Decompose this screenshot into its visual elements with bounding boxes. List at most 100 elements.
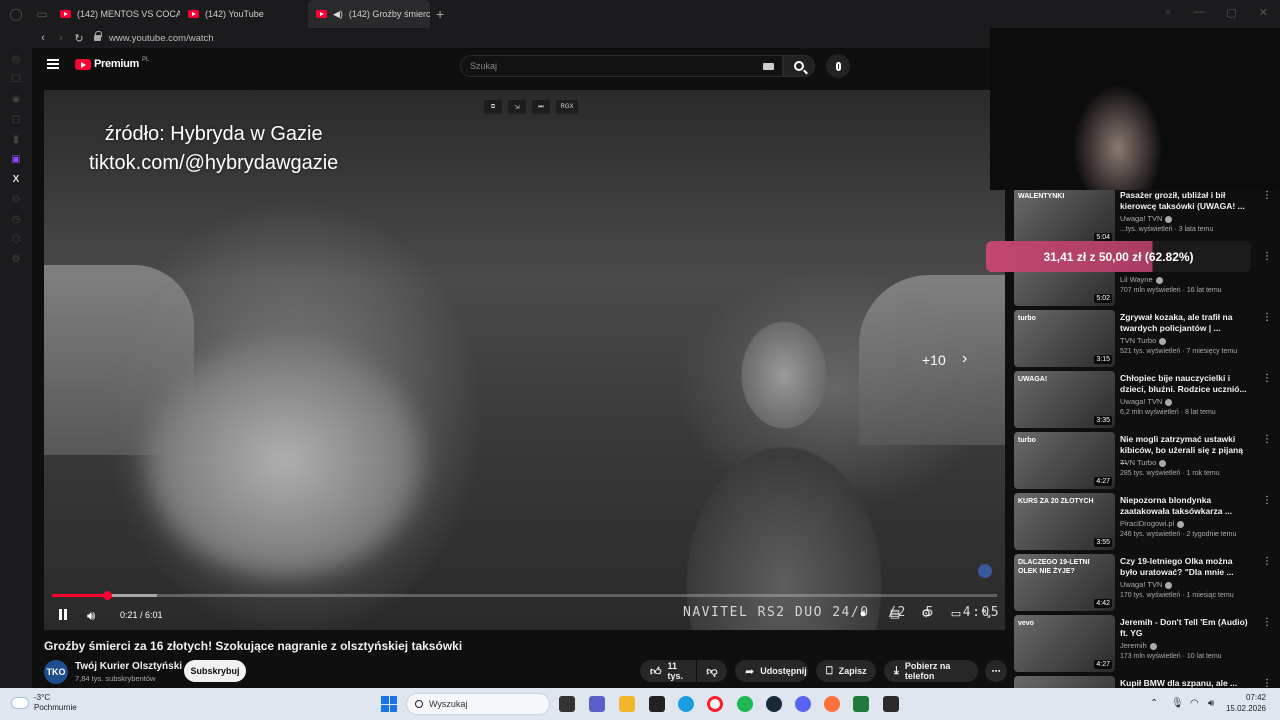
tab-youtube[interactable]: (142) YouTube [180, 0, 308, 28]
recommendation-menu-icon[interactable]: ⋮ [1262, 312, 1272, 323]
recommendation-title[interactable]: Pasażer groził, ubliżał i bił kierowcę t… [1120, 190, 1248, 212]
youtube-logo[interactable]: Premium PL [75, 57, 149, 70]
recommendation-title[interactable]: Kupił BMW dla szpanu, ale ... [1120, 678, 1248, 688]
progress-bar[interactable] [52, 591, 997, 600]
bookmarks-icon[interactable]: ☐ [10, 74, 22, 86]
tab-overview-icon[interactable]: ▭ [32, 0, 52, 28]
recommendation-item[interactable]: KURS ZA 20 ZŁOTYCH 3:55 Niepozorna blondyn… [1014, 493, 1278, 551]
wifi-icon[interactable]: ◠ [1190, 698, 1199, 709]
player-icon[interactable]: ⊙ [10, 194, 22, 206]
recommendation-thumbnail[interactable]: turbo 4:27 [1014, 432, 1115, 489]
recommendation-menu-icon[interactable]: ⋮ [1262, 617, 1272, 628]
share-button[interactable]: ➦ Udostępnij [735, 660, 808, 682]
recommendation-menu-icon[interactable]: ⋮ [1262, 190, 1272, 201]
dislike-button[interactable]: 👎︎ [697, 660, 727, 682]
browser-logo-icon[interactable]: ◯ [0, 0, 32, 28]
skip-forward-icon[interactable]: › [962, 350, 967, 368]
clock[interactable]: 07:42 15.02.2026 [1226, 692, 1266, 714]
search-tabs-icon[interactable]: ⌕ [1165, 6, 1171, 19]
download-button[interactable]: ⤓ Pobierz na telefon [884, 660, 978, 682]
next-icon[interactable]: ⏭ [532, 100, 550, 114]
discord-icon[interactable] [795, 696, 811, 712]
teams-icon[interactable] [589, 696, 605, 712]
app-icon[interactable] [853, 696, 869, 712]
speed-dial-icon[interactable]: ◎ [10, 54, 22, 66]
firefox-icon[interactable] [824, 696, 840, 712]
recommendation-item[interactable]: Kupił BMW dla szpanu, ale ... ⋮ [1014, 676, 1278, 688]
reload-icon[interactable]: ↻ [70, 32, 88, 45]
popout-icon[interactable]: ⇲ [508, 100, 526, 114]
recommendation-menu-icon[interactable]: ⋮ [1262, 373, 1272, 384]
recommendation-channel[interactable]: TVN Turbo [1120, 458, 1167, 467]
fullscreen-icon[interactable]: ⤡ [980, 608, 992, 620]
recommendation-thumbnail[interactable] [1014, 676, 1115, 688]
x-twitter-icon[interactable]: X [10, 174, 22, 186]
spotify-icon[interactable] [737, 696, 753, 712]
rgx-badge[interactable]: RGX [556, 100, 578, 114]
channel-name[interactable]: Twój Kurier Olsztyński [75, 661, 182, 672]
recommendation-title[interactable]: Niepozorna blondynka zaatakowała taksówk… [1120, 495, 1248, 517]
recommendation-thumbnail[interactable]: KURS ZA 20 ZŁOTYCH 3:55 [1014, 493, 1115, 550]
recommendation-thumbnail[interactable]: turbo 3:15 [1014, 310, 1115, 367]
recommendation-channel[interactable]: Jeremih [1120, 641, 1157, 650]
twitch-icon[interactable]: ▣ [10, 154, 22, 166]
tab-mentos[interactable]: (142) MENTOS VS COCA C [52, 0, 180, 28]
speaker-icon[interactable]: ◀) [333, 9, 343, 20]
recommendation-thumbnail[interactable]: UWAGA! 3:35 [1014, 371, 1115, 428]
recommendation-title[interactable]: Zgrywał kozaka, ale trafił na twardych p… [1120, 312, 1248, 334]
search-input[interactable]: Szukaj [460, 55, 783, 77]
subscribe-button[interactable]: Subskrybuj [184, 660, 246, 682]
task-view-icon[interactable] [559, 696, 575, 712]
volume-icon[interactable]: 🔊︎ [87, 608, 95, 624]
more-actions-button[interactable]: ⋯ [985, 660, 1007, 682]
url-field[interactable]: www.youtube.com/watch [94, 31, 214, 44]
settings-icon[interactable]: ⚙ [10, 254, 22, 266]
pause-button[interactable] [59, 609, 67, 620]
save-button[interactable]: ⎕ Zapisz [816, 660, 876, 682]
settings-gear-icon[interactable]: ⚙ [920, 608, 932, 620]
miniplayer-icon[interactable]: ▭ [950, 608, 962, 620]
keyboard-icon[interactable] [763, 63, 774, 70]
recommendation-thumbnail[interactable]: WALENTYNKI 5:04 [1014, 188, 1115, 245]
close-icon[interactable]: ✕ [1259, 6, 1268, 19]
history-icon[interactable]: ◷ [10, 214, 22, 226]
forward-icon[interactable]: › [52, 32, 70, 44]
start-button[interactable] [381, 696, 397, 712]
channel-avatar[interactable]: TKO [44, 660, 68, 684]
terminal-icon[interactable] [883, 696, 899, 712]
recommendation-item[interactable]: turbo 3:15 Zgrywał kozaka, ale trafił na t… [1014, 310, 1278, 368]
recommendation-channel[interactable]: Uwaga! TVN [1120, 580, 1173, 589]
minimize-icon[interactable]: — [1193, 6, 1204, 19]
like-button[interactable]: 👍︎ 11 tys. [640, 660, 696, 682]
recommendation-thumbnail[interactable]: DLACZEGO 19-LETNI OLEK NIE ŻYJE? 4:42 [1014, 554, 1115, 611]
wallet-icon[interactable]: ▢ [10, 114, 22, 126]
recommendation-menu-icon[interactable]: ⋮ [1262, 434, 1272, 445]
recommendation-item[interactable]: UWAGA! 3:35 Chłopiec bije nauczycielki i d… [1014, 371, 1278, 429]
edge-icon[interactable] [678, 696, 694, 712]
recommendation-menu-icon[interactable]: ⋮ [1262, 251, 1272, 262]
recommendation-channel[interactable]: PiraciDrogowi.pl [1120, 519, 1185, 528]
recommendation-channel[interactable]: Lil Wayne [1120, 275, 1163, 284]
tray-overflow-icon[interactable]: ⌃ [1150, 698, 1158, 709]
maximize-icon[interactable]: ▢ [1226, 6, 1236, 19]
microphone-tray-icon[interactable]: 🎙︎ [1171, 698, 1184, 709]
recommendation-channel[interactable]: TVN Turbo [1120, 336, 1167, 345]
recommendation-title[interactable]: Jeremih - Don't Tell 'Em (Audio) ft. YG [1120, 617, 1248, 639]
opera-icon[interactable] [707, 696, 723, 712]
pip-icon[interactable]: ⧉ [484, 100, 502, 114]
weather-widget[interactable]: -3°C Pochmurnie [12, 693, 77, 713]
recommendation-channel[interactable]: Uwaga! TVN [1120, 214, 1173, 223]
menu-icon[interactable] [47, 59, 59, 69]
new-tab-button[interactable]: + [430, 6, 450, 22]
progress-scrubber[interactable] [103, 591, 112, 600]
recommendation-item[interactable]: WALENTYNKI 5:04 Pasażer groził, ubliżał i … [1014, 188, 1278, 246]
volume-tray-icon[interactable]: 🔊︎ [1208, 698, 1214, 709]
tab-video-active[interactable]: ◀) (142) Groźby śmierci z [308, 0, 430, 28]
search-button[interactable] [783, 55, 815, 77]
extensions-icon[interactable]: ⬡ [10, 234, 22, 246]
recommendation-item[interactable]: turbo 4:27 Nie mogli zatrzymać ustawki kib… [1014, 432, 1278, 490]
taskbar-search[interactable]: Wyszukaj [406, 693, 550, 715]
recommendation-title[interactable]: Czy 19-letniego Olka można było uratować… [1120, 556, 1248, 578]
recommendation-menu-icon[interactable]: ⋮ [1262, 556, 1272, 567]
autoplay-icon[interactable]: ● [857, 608, 869, 620]
